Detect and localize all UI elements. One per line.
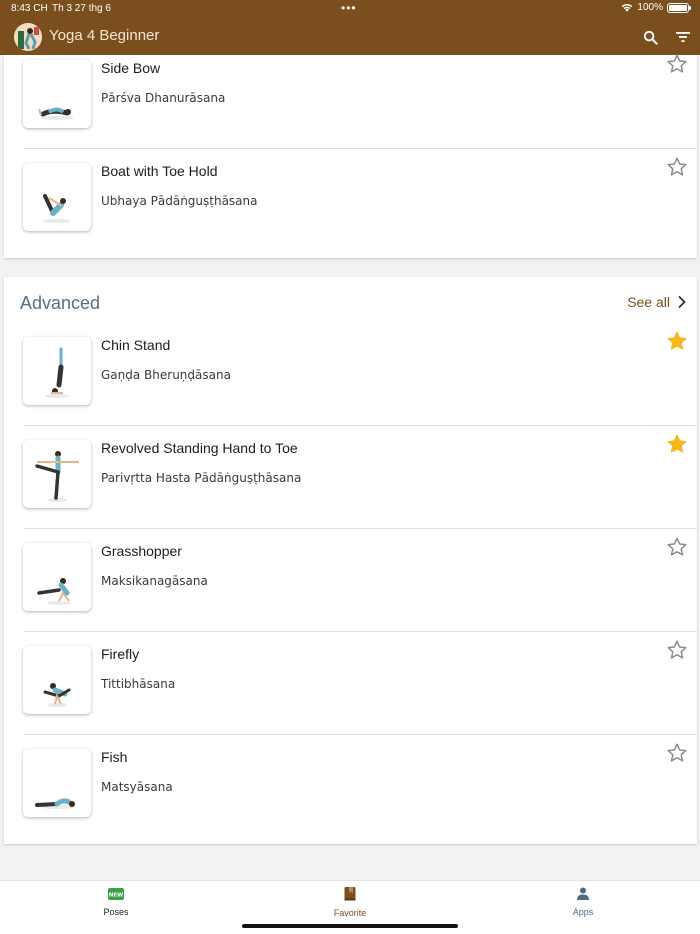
- new-badge-icon: NEW: [108, 888, 124, 900]
- star-icon[interactable]: [666, 156, 688, 178]
- pose-thumbnail: [23, 646, 91, 714]
- star-icon[interactable]: [666, 53, 688, 75]
- pose-row[interactable]: Firefly Tittibhāsana: [4, 632, 697, 735]
- pose-row[interactable]: Side Bow Pārśva Dhanurāsana: [4, 46, 697, 149]
- chevron-right-icon: [678, 296, 686, 308]
- tab-poses[interactable]: NEW Poses: [76, 887, 156, 917]
- pose-name: Fish: [101, 749, 128, 765]
- pose-row[interactable]: Revolved Standing Hand to Toe Parivṛtta …: [4, 426, 697, 529]
- status-right: 100%: [621, 2, 691, 13]
- pose-thumbnail: [23, 440, 91, 508]
- star-icon[interactable]: [666, 639, 688, 661]
- pose-thumbnail: [23, 543, 91, 611]
- wifi-icon: [622, 4, 633, 12]
- tab-favorite-label: Favorite: [333, 908, 367, 918]
- pose-sanskrit-name: Matsyāsana: [101, 780, 173, 794]
- multitask-dots-icon[interactable]: •••: [341, 1, 357, 15]
- pose-sanskrit-name: Ubhaya Pādāṅguṣṭhāsana: [101, 194, 258, 208]
- pose-name: Chin Stand: [101, 337, 171, 353]
- pose-row[interactable]: Chin Stand Gaṇḍa Bheruṇḍāsana: [4, 323, 697, 426]
- tab-poses-label: Poses: [103, 907, 129, 917]
- pose-name: Side Bow: [101, 60, 161, 76]
- pose-sanskrit-name: Parivṛtta Hasta Pādāṅguṣṭhāsana: [101, 471, 302, 485]
- battery-percent: 100%: [637, 2, 663, 13]
- tab-apps-label: Apps: [572, 907, 594, 917]
- pose-sanskrit-name: Pārśva Dhanurāsana: [101, 91, 226, 105]
- pose-list-card: Side Bow Pārśva Dhanurāsana Boat with To…: [4, 54, 697, 258]
- star-icon[interactable]: [666, 330, 688, 352]
- tab-favorite[interactable]: Favorite: [310, 887, 390, 918]
- pose-row[interactable]: Grasshopper Maksikanagāsana: [4, 529, 697, 632]
- advanced-section-card: Advanced See all Chin Stand Gaṇḍa Bheruṇ…: [4, 277, 697, 844]
- pose-thumbnail: [23, 337, 91, 405]
- pose-name: Boat with Toe Hold: [101, 163, 218, 179]
- see-all-label: See all: [627, 294, 670, 310]
- tab-apps[interactable]: Apps: [543, 887, 623, 917]
- pose-row[interactable]: Boat with Toe Hold Ubhaya Pādāṅguṣṭhāsan…: [4, 149, 697, 252]
- pose-thumbnail: [23, 60, 91, 128]
- star-icon[interactable]: [666, 433, 688, 455]
- star-icon[interactable]: [666, 742, 688, 764]
- app-title: Yoga 4 Beginner: [49, 27, 160, 44]
- new-badge-text: NEW: [109, 893, 123, 899]
- section-title: Advanced: [20, 293, 101, 313]
- pose-thumbnail: [23, 749, 91, 817]
- pose-name: Firefly: [101, 646, 140, 662]
- pose-name: Grasshopper: [101, 543, 182, 559]
- battery-icon: [667, 2, 691, 13]
- pose-row[interactable]: Fish Matsyāsana: [4, 735, 697, 838]
- pose-sanskrit-name: Tittibhāsana: [101, 677, 176, 691]
- see-all-button[interactable]: See all: [627, 294, 686, 310]
- star-icon[interactable]: [666, 536, 688, 558]
- pose-name: Revolved Standing Hand to Toe: [101, 440, 298, 456]
- status-date: Th 3 27 thg 6: [52, 3, 111, 14]
- bookmark-icon: [344, 887, 356, 901]
- status-bar: 8:43 CH Th 3 27 thg 6 ••• 100%: [0, 0, 700, 18]
- status-time: 8:43 CH: [11, 3, 48, 14]
- person-icon: [577, 887, 589, 900]
- pose-thumbnail: [23, 163, 91, 231]
- pose-sanskrit-name: Maksikanagāsana: [101, 574, 208, 588]
- pose-sanskrit-name: Gaṇḍa Bheruṇḍāsana: [101, 368, 231, 382]
- home-indicator[interactable]: [242, 924, 458, 928]
